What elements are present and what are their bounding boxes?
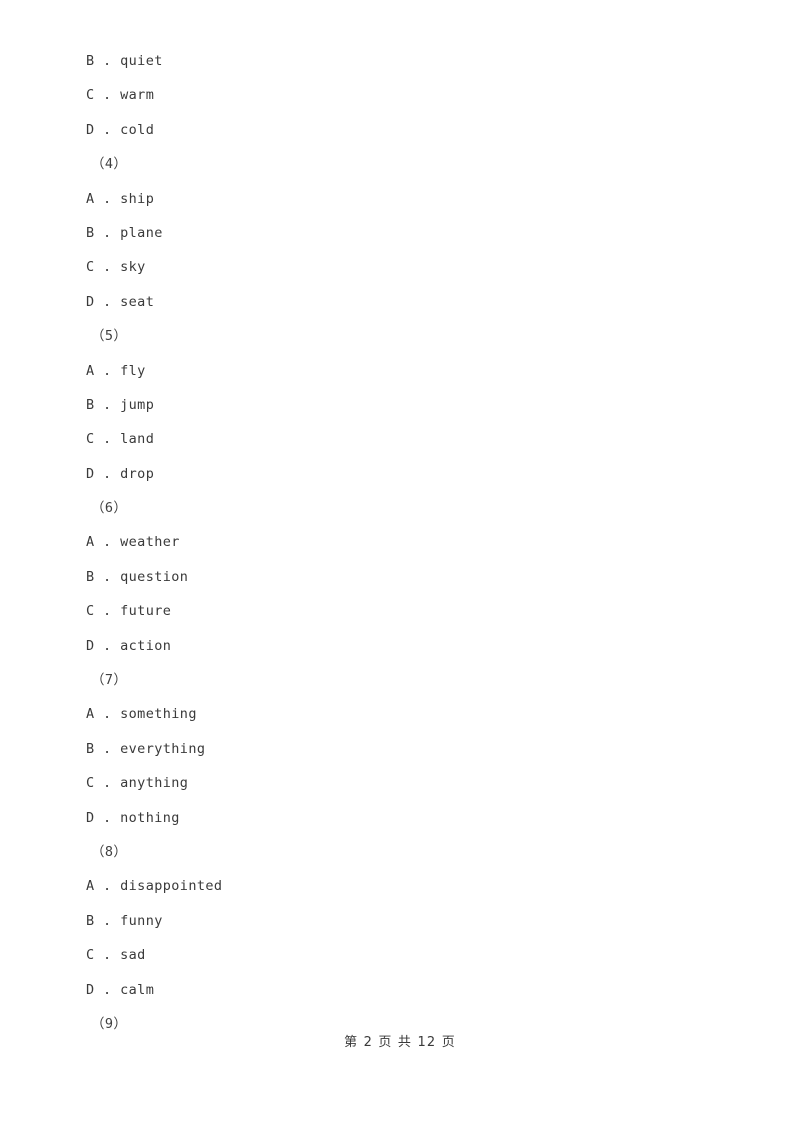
answer-option: C . land xyxy=(86,431,155,448)
question-options-list: B . quiet C . warm D . cold （4） A . ship B . … xyxy=(86,44,706,1041)
answer-option: C . sad xyxy=(86,947,146,964)
answer-option: D . cold xyxy=(86,121,155,138)
answer-option: B . everything xyxy=(86,740,206,757)
answer-option: C . future xyxy=(86,603,172,620)
answer-option: D . nothing xyxy=(86,809,180,826)
answer-option: B . quiet xyxy=(86,53,163,69)
answer-option: A . disappointed xyxy=(86,878,223,895)
page-footer: 第 2 页 共 12 页 xyxy=(344,1035,456,1050)
answer-option: C . sky xyxy=(86,259,146,276)
question-group-marker: （4） xyxy=(91,156,128,173)
question-group-marker: （6） xyxy=(91,500,128,517)
answer-option: B . funny xyxy=(86,912,163,929)
answer-option: B . plane xyxy=(86,224,163,241)
answer-option: A . weather xyxy=(86,534,180,551)
answer-option: A . fly xyxy=(86,362,146,379)
answer-option: A . ship xyxy=(86,190,155,207)
question-group-marker: （7） xyxy=(91,672,128,689)
answer-option: C . anything xyxy=(86,775,189,792)
document-page: B . quiet C . warm D . cold （4） A . ship B . … xyxy=(0,0,800,1132)
answer-option: D . calm xyxy=(86,981,155,998)
answer-option: B . jump xyxy=(86,396,155,413)
answer-option: B . question xyxy=(86,568,189,585)
answer-option: A . something xyxy=(86,706,197,723)
answer-option: D . action xyxy=(86,637,172,654)
question-group-marker: （8） xyxy=(91,843,128,860)
question-group-marker: （5） xyxy=(91,328,128,345)
answer-option: D . drop xyxy=(86,465,155,482)
answer-option: D . seat xyxy=(86,293,155,310)
answer-option: C . warm xyxy=(86,87,155,104)
